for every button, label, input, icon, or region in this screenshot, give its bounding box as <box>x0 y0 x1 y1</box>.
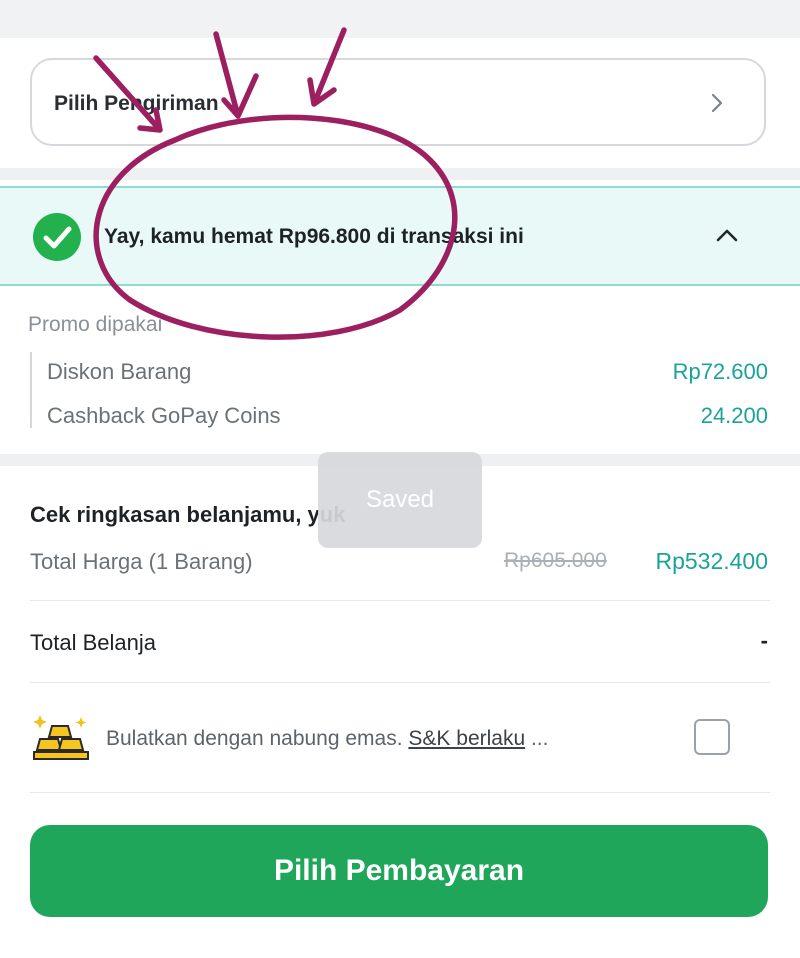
section-divider <box>0 168 800 180</box>
gold-rounding-label: Bulatkan dengan nabung emas. <box>106 727 409 750</box>
chevron-right-icon <box>711 93 723 113</box>
total-belanja-value: - <box>760 628 768 653</box>
row-divider <box>30 792 770 793</box>
row-divider <box>30 600 770 601</box>
total-belanja-label: Total Belanja <box>30 630 156 655</box>
top-strip <box>0 0 800 38</box>
promo-savings-banner[interactable]: Yay, kamu hemat Rp96.800 di transaksi in… <box>0 186 800 286</box>
promo-item-label: Cashback GoPay Coins <box>47 403 281 428</box>
terms-link[interactable]: S&K berlaku <box>408 727 525 750</box>
promo-list-bar <box>30 352 32 428</box>
promo-item-value: 24.200 <box>700 403 768 428</box>
chevron-up-icon[interactable] <box>714 224 740 246</box>
gold-bars-icon <box>33 715 89 760</box>
row-divider <box>30 682 770 683</box>
gold-rounding-text: Bulatkan dengan nabung emas. S&K berlaku… <box>106 727 548 751</box>
original-price: Rp605.000 <box>504 549 607 572</box>
gold-ellipsis: ... <box>525 727 549 750</box>
total-price-label: Total Harga (1 Barang) <box>30 549 253 574</box>
saved-toast: Saved <box>318 452 482 548</box>
promo-used-label: Promo dipakai <box>28 313 163 336</box>
gold-rounding-checkbox[interactable] <box>694 719 730 755</box>
total-price-value: Rp532.400 <box>655 548 768 574</box>
shipping-selector[interactable]: Pilih Pengiriman <box>30 58 766 146</box>
check-circle-icon <box>33 213 81 261</box>
promo-savings-text: Yay, kamu hemat Rp96.800 di transaksi in… <box>104 225 524 248</box>
promo-item-label: Diskon Barang <box>47 359 192 384</box>
promo-item-value: Rp72.600 <box>672 359 768 384</box>
choose-payment-button[interactable]: Pilih Pembayaran <box>30 825 768 917</box>
shipping-label: Pilih Pengiriman <box>54 92 219 115</box>
summary-title: Cek ringkasan belanjamu, yuk <box>30 502 346 527</box>
